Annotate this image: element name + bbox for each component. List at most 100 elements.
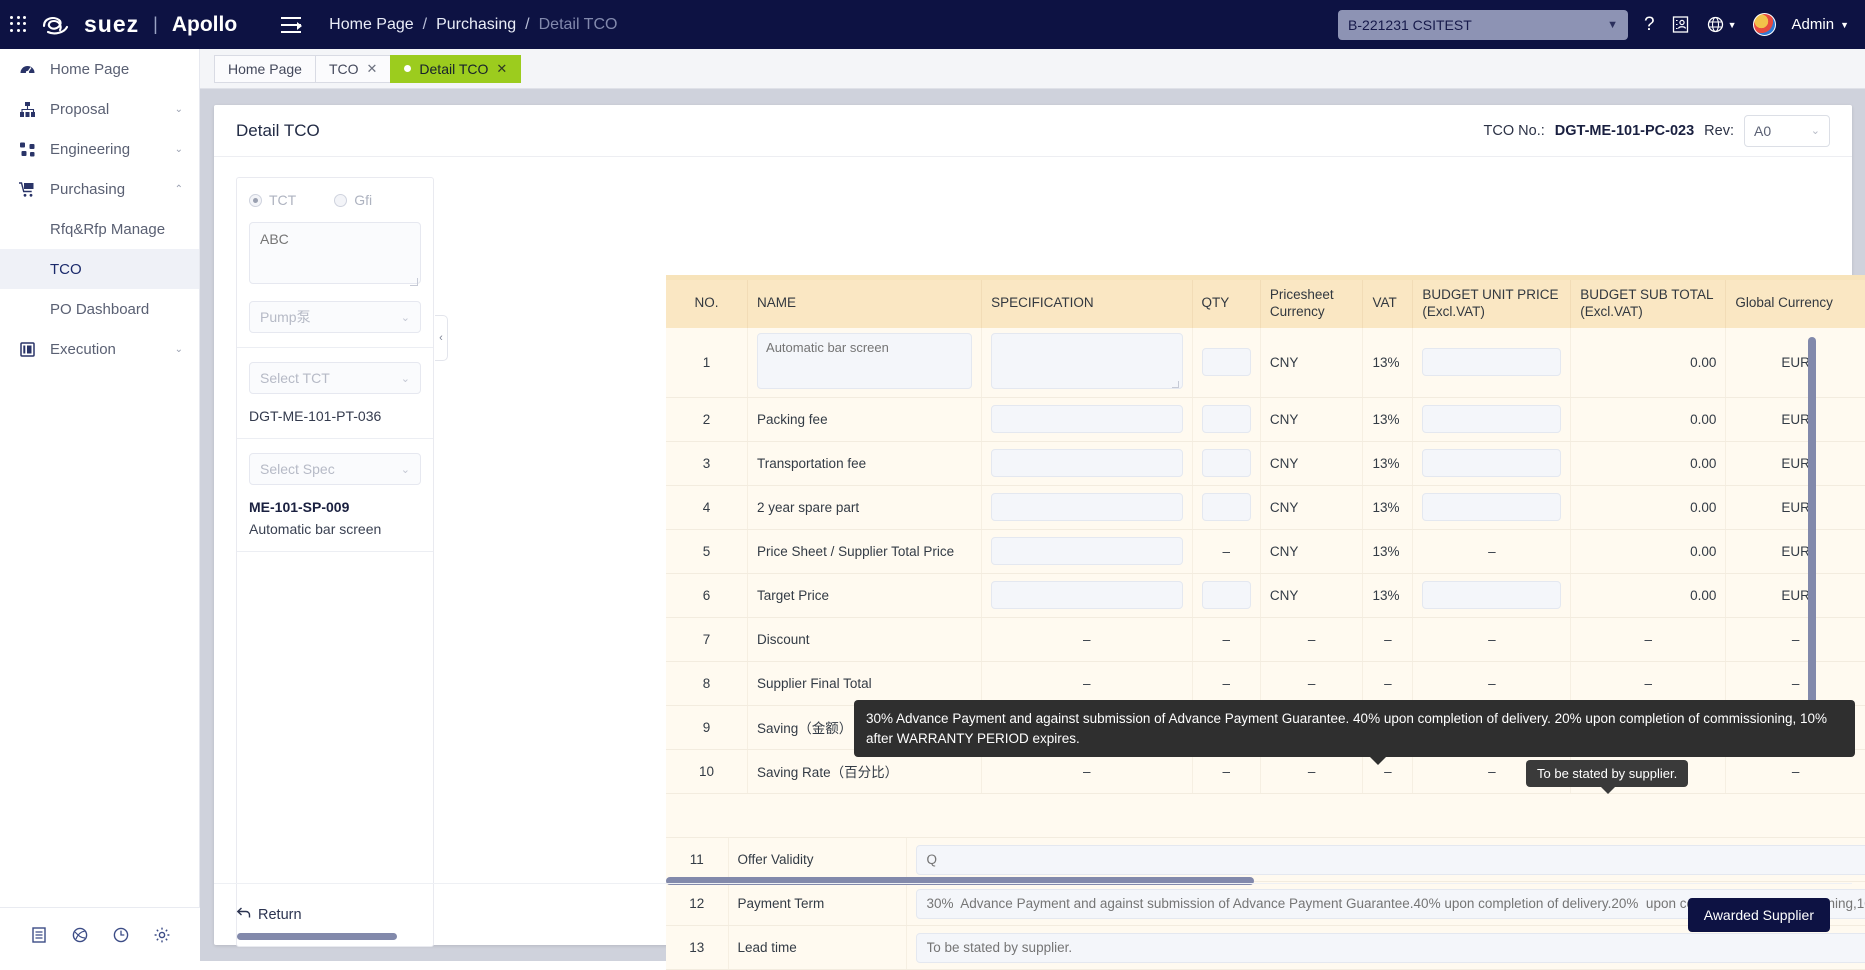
cell-budget-sub-total: 0.00 [1571,397,1726,441]
breadcrumb-separator: / [525,16,529,34]
qty-input[interactable] [1202,348,1251,376]
cell-qty: – [1192,529,1260,573]
qty-input[interactable] [1202,581,1251,609]
rev-select[interactable]: A0 ⌄ [1744,115,1830,147]
sidebar-item-po-dashboard[interactable]: PO Dashboard [0,289,199,329]
specification-input[interactable] [991,537,1182,565]
col-no: NO. [666,280,748,328]
resize-grip-icon[interactable] [1172,381,1179,388]
contact-card-icon[interactable] [1671,15,1690,34]
cell-budget-unit-price: – [1413,617,1571,661]
radio-tct[interactable]: TCT [249,192,296,208]
cell-vat: – [1363,661,1413,705]
user-menu[interactable]: Admin ▼ [1792,16,1849,33]
cell-name: Packing fee [748,397,982,441]
specification-input[interactable] [991,405,1182,433]
panel-footer: Return Awarded Supplier [214,883,1852,945]
tab-tco[interactable]: TCO ✕ [315,55,391,83]
specification-input[interactable] [991,449,1182,477]
col-vat-label: VAT [1372,295,1403,312]
sidebar-item-tco[interactable]: TCO [0,249,199,289]
chevron-up-icon: ⌃ [175,184,183,195]
budget-unit-price-input[interactable] [1422,493,1561,521]
rev-select-value: A0 [1754,123,1771,139]
help-icon[interactable]: ? [1644,14,1655,36]
return-button[interactable]: Return [236,906,302,924]
close-icon[interactable]: ✕ [367,61,378,77]
specification-textarea[interactable] [991,333,1182,389]
sidebar-item-home-page[interactable]: Home Page [0,49,199,89]
document-icon[interactable] [30,926,48,944]
cell-budget-sub-total: – [1571,617,1726,661]
specification-input[interactable] [991,493,1182,521]
qty-input[interactable] [1202,449,1251,477]
spec-name[interactable]: Automatic bar screen [249,521,421,537]
name-textarea[interactable] [757,333,972,389]
specification-input[interactable] [991,581,1182,609]
brand-separator: | [153,14,158,35]
cell-pricesheet-currency: – [1260,661,1363,705]
sidebar-item-rfq-rfp-manage[interactable]: Rfq&Rfp Manage [0,209,199,249]
col-name: NAME [748,280,982,328]
sidebar-item-proposal[interactable]: Proposal ⌄ [0,89,199,129]
table-row: 8Supplier Final Total–––––––– [666,661,1865,705]
budget-unit-price-input[interactable] [1422,449,1561,477]
type-radio-group: TCT Gfi [249,192,421,208]
avatar[interactable] [1753,13,1776,36]
cell-vat: 13% [1363,397,1413,441]
chevron-left-icon: ‹ [439,332,443,344]
project-selector[interactable]: B-221231 CSITEST ▼ [1338,10,1628,40]
scrollbar-thumb[interactable] [1808,337,1816,737]
col-vat: VAT [1363,280,1413,328]
filter-panel-collapse-handle[interactable]: ‹ [435,315,448,361]
cell-qty: – [1192,661,1260,705]
budget-unit-price-input[interactable] [1422,405,1561,433]
tab-detail-tco[interactable]: Detail TCO ✕ [390,55,521,83]
app-grid-icon[interactable] [10,16,28,34]
col-no-label: NO. [675,295,738,312]
spec-textarea-wrap [991,333,1182,392]
radio-unselected-icon [334,194,347,207]
cell-specification [982,441,1192,485]
qty-input[interactable] [1202,405,1251,433]
qty-input[interactable] [1202,493,1251,521]
filter-search-textarea[interactable] [249,222,421,284]
equipment-select[interactable]: Pump泵 ⌄ [249,301,421,333]
sidebar-item-engineering[interactable]: Engineering ⌄ [0,129,199,169]
awarded-supplier-button[interactable]: Awarded Supplier [1688,898,1830,932]
sidebar-item-purchasing[interactable]: Purchasing ⌃ [0,169,199,209]
chevron-down-icon: ⌄ [175,344,183,355]
cell-specification-dash: – [982,617,1192,661]
globe-icon[interactable] [71,926,89,944]
menu-toggle-icon[interactable] [281,17,301,33]
tab-home-page[interactable]: Home Page [214,55,316,83]
budget-unit-price-input[interactable] [1422,348,1561,376]
cell-no: 5 [666,529,748,573]
tct-select[interactable]: Select TCT ⌄ [249,362,421,394]
spec-code[interactable]: ME-101-SP-009 [249,499,421,515]
wide-value-input[interactable] [916,845,1865,875]
cell-no: 4 [666,485,748,529]
spec-select[interactable]: Select Spec ⌄ [249,453,421,485]
breadcrumb-purchasing[interactable]: Purchasing [436,16,516,34]
resize-grip-icon[interactable] [410,278,418,286]
brand-logo[interactable]: suez | Apollo [40,11,237,38]
language-globe-icon[interactable]: ▼ [1706,15,1737,34]
filter-section-tct: Select TCT ⌄ DGT-ME-101-PT-036 [237,348,433,439]
sidebar-item-execution[interactable]: Execution ⌄ [0,329,199,369]
radio-gfi[interactable]: Gfi [334,192,372,208]
filter-section-type: TCT Gfi Pump泵 ⌄ [237,178,433,348]
clock-icon[interactable] [112,926,130,944]
table-vertical-scrollbar[interactable] [1808,337,1816,757]
gear-icon[interactable] [153,926,171,944]
tct-item[interactable]: DGT-ME-101-PT-036 [249,408,421,424]
suez-swirl-icon [40,13,74,37]
table-row: 6Target PriceCNY13%0.00EUR0.00 [666,573,1865,617]
breadcrumb-home-page[interactable]: Home Page [329,16,414,34]
close-icon[interactable]: ✕ [496,61,507,77]
col-pricesheet-currency-line2: Currency [1270,304,1354,321]
budget-unit-price-input[interactable] [1422,581,1561,609]
tab-strip: Home Page TCO ✕ Detail TCO ✕ [200,49,1865,89]
sidebar-item-label: PO Dashboard [50,301,149,318]
table-row: 1CNY13%0.00EUR0.00 [666,328,1865,398]
